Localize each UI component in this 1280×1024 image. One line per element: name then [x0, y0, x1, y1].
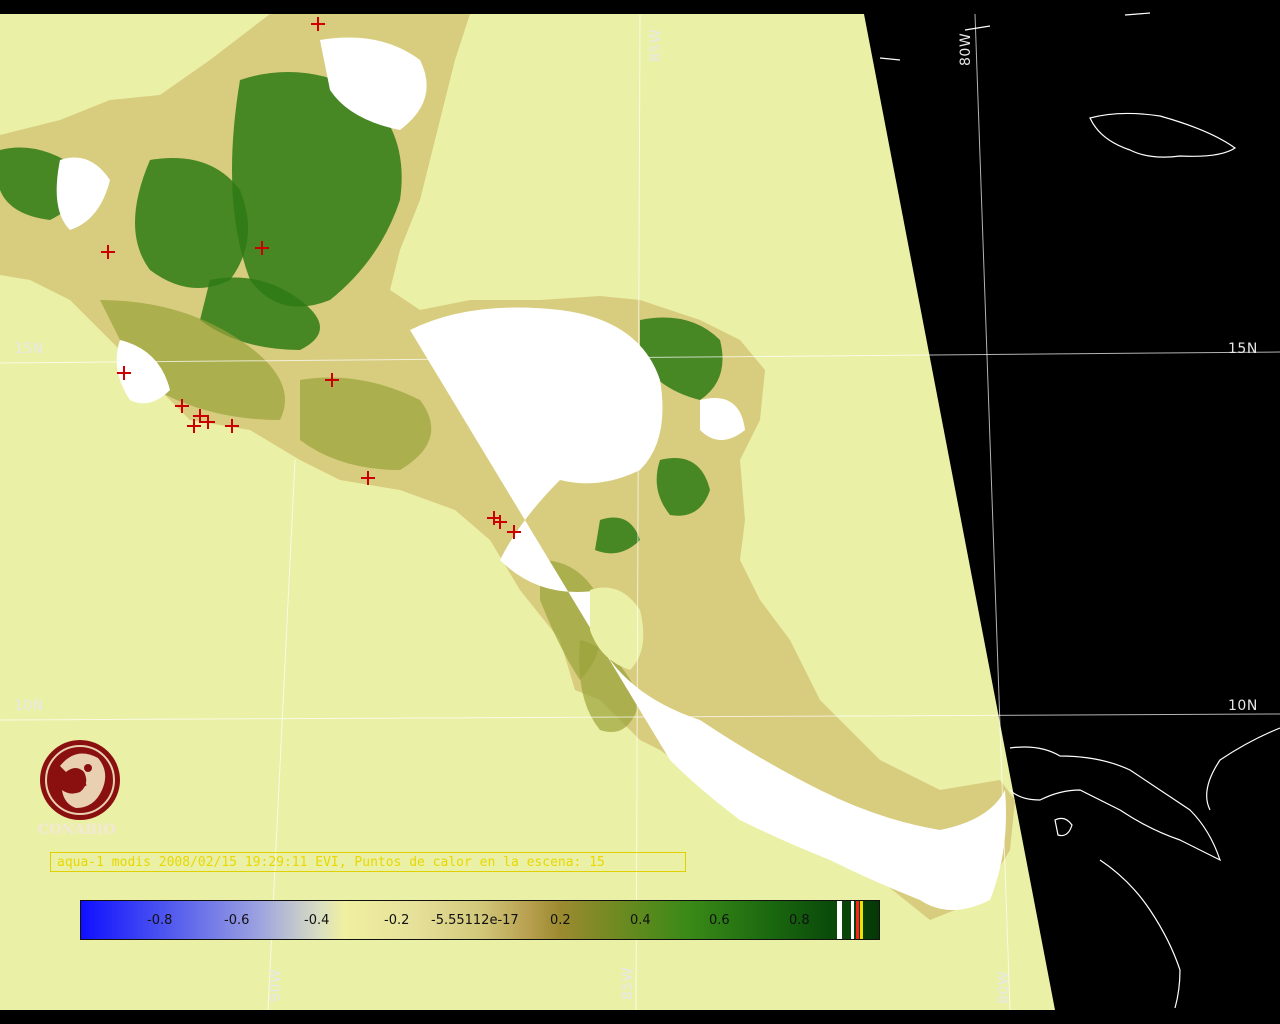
coastline	[1089, 112, 1237, 158]
coastline	[1009, 746, 1222, 862]
colorbar-fire-swatch	[860, 901, 863, 939]
lon-label-85w-top: 85W	[648, 28, 664, 62]
colorbar-fire-swatch	[856, 901, 859, 939]
map-viewer: 85W 80W 90W 85W 80W 15N 10N 15N 10N CONA…	[0, 0, 1280, 1024]
lon-label-85w-bottom: 85W	[620, 966, 636, 1000]
colorbar-tick: 0.4	[630, 913, 651, 928]
coastline	[1054, 817, 1073, 837]
coastline	[1206, 727, 1280, 811]
coastline	[879, 57, 901, 61]
colorbar-tick: -0.6	[224, 913, 250, 928]
lon-label-80w-top: 80W	[958, 32, 974, 66]
colorbar-tick: -5.55112e-17	[431, 913, 519, 928]
colorbar-tick: -0.8	[147, 913, 173, 928]
lat-label-10n-right: 10N	[1228, 698, 1258, 714]
lat-label-15n-right: 15N	[1228, 341, 1258, 357]
evi-colorbar: -0.8 -0.6 -0.4 -0.2 -5.55112e-17 0.2 0.4…	[80, 900, 880, 940]
lon-label-90w-bottom: 90W	[268, 968, 284, 1002]
coastline	[1124, 12, 1151, 16]
colorbar-tick: -0.4	[304, 913, 330, 928]
colorbar-tick: -0.2	[384, 913, 410, 928]
coastline	[1099, 859, 1181, 1009]
colorbar-cloud-swatch	[837, 901, 842, 939]
colorbar-cloud-swatch	[851, 901, 854, 939]
conabio-logo-text: CONABIO	[38, 822, 116, 838]
colorbar-tick: 0.8	[789, 913, 810, 928]
coastline	[964, 25, 991, 31]
colorbar-tick: 0.6	[709, 913, 730, 928]
lat-label-10n-left: 10N	[14, 698, 44, 714]
scene-caption: aqua-1 modis 2008/02/15 19:29:11 EVI, Pu…	[50, 852, 686, 872]
lat-label-15n-left: 15N	[14, 341, 44, 357]
lon-label-80w-bottom: 80W	[996, 970, 1012, 1004]
colorbar-tick: 0.2	[550, 913, 571, 928]
